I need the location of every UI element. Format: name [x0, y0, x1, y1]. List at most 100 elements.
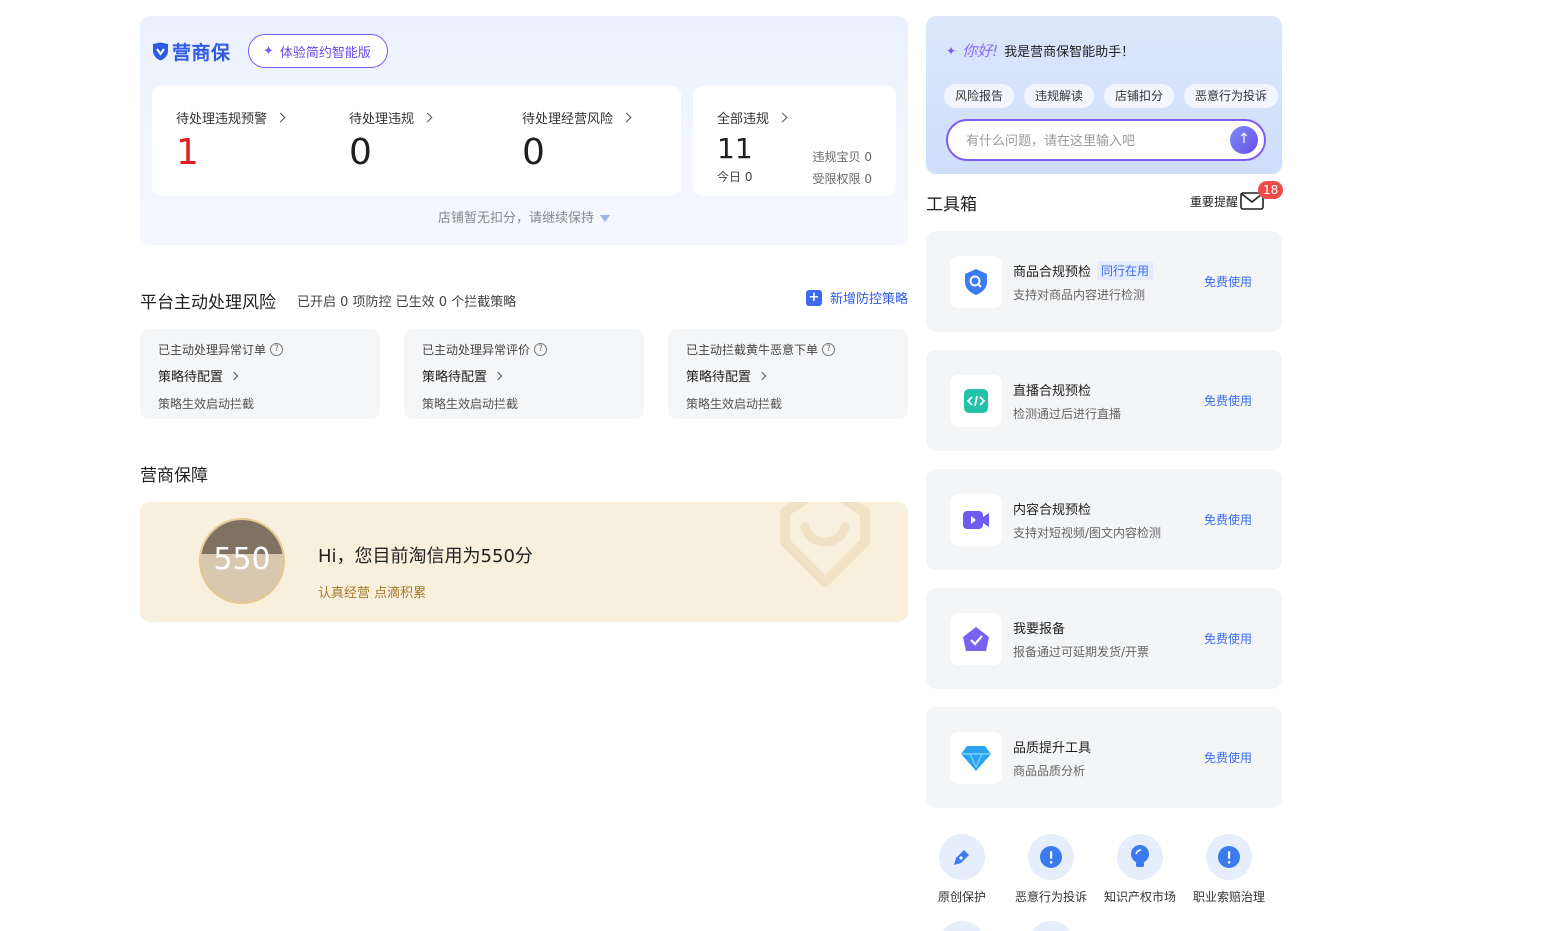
- stat-pending-warning[interactable]: 待处理违规预警 1: [176, 108, 286, 173]
- risk-card-note: 策略生效启动拦截: [686, 397, 783, 411]
- tool-product-check[interactable]: 商品合规预检 同行在用 支持对商品内容进行检测 免费使用: [926, 231, 1282, 332]
- help-icon[interactable]: ?: [822, 343, 836, 356]
- help-icon[interactable]: ?: [270, 343, 284, 356]
- experience-smart-button[interactable]: ✦ 体验简约智能版: [248, 34, 388, 68]
- chevron-right-icon: [275, 112, 286, 123]
- video-icon: [950, 494, 1002, 546]
- ask-box: ↑: [946, 119, 1266, 161]
- chevron-right-icon: [621, 112, 632, 123]
- diamond-icon: [950, 732, 1002, 784]
- guarantee-card: 550 Hi，您目前淘信用为550分 认真经营 点滴积累: [140, 502, 908, 622]
- alert-icon: [1206, 834, 1252, 880]
- chip-shop-deduct[interactable]: 店铺扣分: [1104, 84, 1175, 108]
- all-violations-box[interactable]: 全部违规 11 今日 0 违规宝贝 0 受限权限 0: [693, 86, 896, 196]
- tool-content-check[interactable]: 内容合规预检 支持对短视频/图文内容检测 免费使用: [926, 469, 1282, 570]
- hello-text: 你好!: [962, 42, 999, 60]
- free-use-link[interactable]: 免费使用: [1204, 749, 1252, 766]
- quick-icon-partial[interactable]: [1028, 921, 1074, 931]
- assistant-greeting: ✦ 你好! 我是营商保智能助手！: [946, 40, 1134, 61]
- risk-summary: 已开启 0 项防控 已生效 0 个拦截策略: [297, 295, 517, 310]
- chevron-right-icon: [777, 112, 788, 123]
- free-use-link[interactable]: 免费使用: [1204, 511, 1252, 528]
- stat-value: 0: [522, 132, 545, 173]
- logo-shield-icon: [153, 42, 168, 61]
- risk-card-title: 已主动处理异常评价: [422, 343, 531, 357]
- important-reminder[interactable]: 重要提醒: [1190, 193, 1238, 210]
- chip-risk-report[interactable]: 风险报告: [944, 84, 1015, 108]
- risk-card-status: 策略待配置: [158, 370, 224, 385]
- pending-stats: 待处理违规预警 1 待处理违规 0 待处理经营风险 0: [152, 86, 681, 196]
- tool-quality[interactable]: 品质提升工具 商品品质分析 免费使用: [926, 707, 1282, 808]
- pen-icon: [939, 834, 985, 880]
- risk-card-reviews[interactable]: 已主动处理异常评价? 策略待配置 策略生效启动拦截: [404, 329, 644, 419]
- suggestion-chips: 风险报告 违规解读 店铺扣分 恶意行为投诉: [944, 84, 1279, 108]
- sparkle-icon: ✦: [946, 43, 957, 58]
- chevron-right-icon: [493, 371, 503, 380]
- tool-desc: 商品品质分析: [1013, 764, 1086, 778]
- deduct-note[interactable]: 店铺暂无扣分，请继续保持: [140, 207, 908, 226]
- chip-malicious-complaint[interactable]: 恶意行为投诉: [1184, 84, 1279, 108]
- chevron-right-icon: [422, 112, 433, 123]
- chevron-right-icon: [229, 371, 239, 380]
- violation-items-count: 违规宝贝 0: [812, 150, 872, 164]
- free-use-link[interactable]: 免费使用: [1204, 273, 1252, 290]
- risk-card-note: 策略生效启动拦截: [422, 397, 519, 411]
- free-use-link[interactable]: 免费使用: [1204, 392, 1252, 409]
- quick-claim-governance[interactable]: 职业索赔治理: [1189, 834, 1269, 905]
- stat-pending-violation[interactable]: 待处理违规 0: [349, 108, 433, 173]
- ask-input[interactable]: [966, 131, 1216, 151]
- tool-name: 直播合规预检: [1013, 384, 1092, 399]
- assistant-panel: ✦ 你好! 我是营商保智能助手！ 风险报告 违规解读 店铺扣分 恶意行为投诉 ↑: [926, 16, 1282, 174]
- free-use-link[interactable]: 免费使用: [1204, 630, 1252, 647]
- tool-report[interactable]: 我要报备 报备通过可延期发货/开票 免费使用: [926, 588, 1282, 689]
- add-strategy-button[interactable]: + 新增防控策略: [805, 288, 908, 307]
- plus-icon: +: [805, 289, 822, 306]
- all-violations-label: 全部违规: [717, 112, 770, 127]
- risk-card-title: 已主动处理异常订单: [158, 343, 267, 357]
- guarantee-title: 营商保障: [140, 466, 208, 486]
- greeting-text: 我是营商保智能助手！: [1004, 45, 1135, 60]
- risk-card-status: 策略待配置: [422, 370, 488, 385]
- tool-name: 品质提升工具: [1013, 741, 1092, 756]
- risk-card-scalpers[interactable]: 已主动拦截黄牛恶意下单? 策略待配置 策略生效启动拦截: [668, 329, 908, 419]
- tool-desc: 报备通过可延期发货/开票: [1013, 645, 1150, 659]
- tool-desc: 支持对商品内容进行检测: [1013, 288, 1146, 302]
- credit-message: Hi，您目前淘信用为550分: [318, 546, 533, 567]
- reminder-count-badge: 18: [1258, 181, 1284, 199]
- quick-malicious-complaint[interactable]: 恶意行为投诉: [1011, 834, 1091, 905]
- overview-card: 营商保 ✦ 体验简约智能版 待处理违规预警 1 待处理违规 0 待处理经营风险 …: [140, 16, 908, 245]
- risk-title: 平台主动处理风险: [140, 293, 276, 313]
- add-strategy-label: 新增防控策略: [829, 292, 908, 307]
- today-count: 今日 0: [717, 170, 753, 184]
- tool-name: 我要报备: [1013, 622, 1066, 637]
- stat-label: 待处理违规: [349, 112, 415, 127]
- risk-card-orders[interactable]: 已主动处理异常订单? 策略待配置 策略生效启动拦截: [140, 329, 380, 419]
- bulb-icon: [1117, 834, 1163, 880]
- risk-card-title: 已主动拦截黄牛恶意下单: [686, 343, 819, 357]
- stat-label: 待处理违规预警: [176, 112, 268, 127]
- tool-live-check[interactable]: 直播合规预检 检测通过后进行直播 免费使用: [926, 350, 1282, 451]
- quick-label: 职业索赔治理: [1192, 890, 1265, 904]
- triangle-down-icon: [600, 215, 610, 222]
- all-violations-value: 11: [717, 132, 753, 165]
- stat-value: 1: [176, 132, 199, 173]
- quick-label: 原创保护: [937, 890, 986, 904]
- send-arrow-icon[interactable]: ↑: [1230, 126, 1258, 154]
- quick-icon-partial[interactable]: [939, 921, 985, 931]
- quick-ip-market[interactable]: 知识产权市场: [1100, 834, 1180, 905]
- logo: 营商保: [152, 38, 231, 65]
- quick-label: 恶意行为投诉: [1014, 890, 1087, 904]
- tool-name: 商品合规预检: [1013, 265, 1092, 280]
- sparkle-icon: ✦: [263, 43, 274, 59]
- chip-violation-explain[interactable]: 违规解读: [1024, 84, 1095, 108]
- credit-score-value: 550: [213, 542, 271, 577]
- tool-desc: 支持对短视频/图文内容检测: [1013, 526, 1162, 540]
- deduct-note-text: 店铺暂无扣分，请继续保持: [437, 211, 594, 226]
- alert-icon: [1028, 834, 1074, 880]
- toolbox-title: 工具箱: [926, 195, 977, 215]
- quick-original-protection[interactable]: 原创保护: [922, 834, 1002, 905]
- chevron-right-icon: [757, 371, 767, 380]
- risk-header: 平台主动处理风险 已开启 0 项防控 已生效 0 个拦截策略 + 新增防控策略: [140, 288, 908, 313]
- help-icon[interactable]: ?: [534, 343, 548, 356]
- stat-pending-risk[interactable]: 待处理经营风险 0: [522, 108, 632, 173]
